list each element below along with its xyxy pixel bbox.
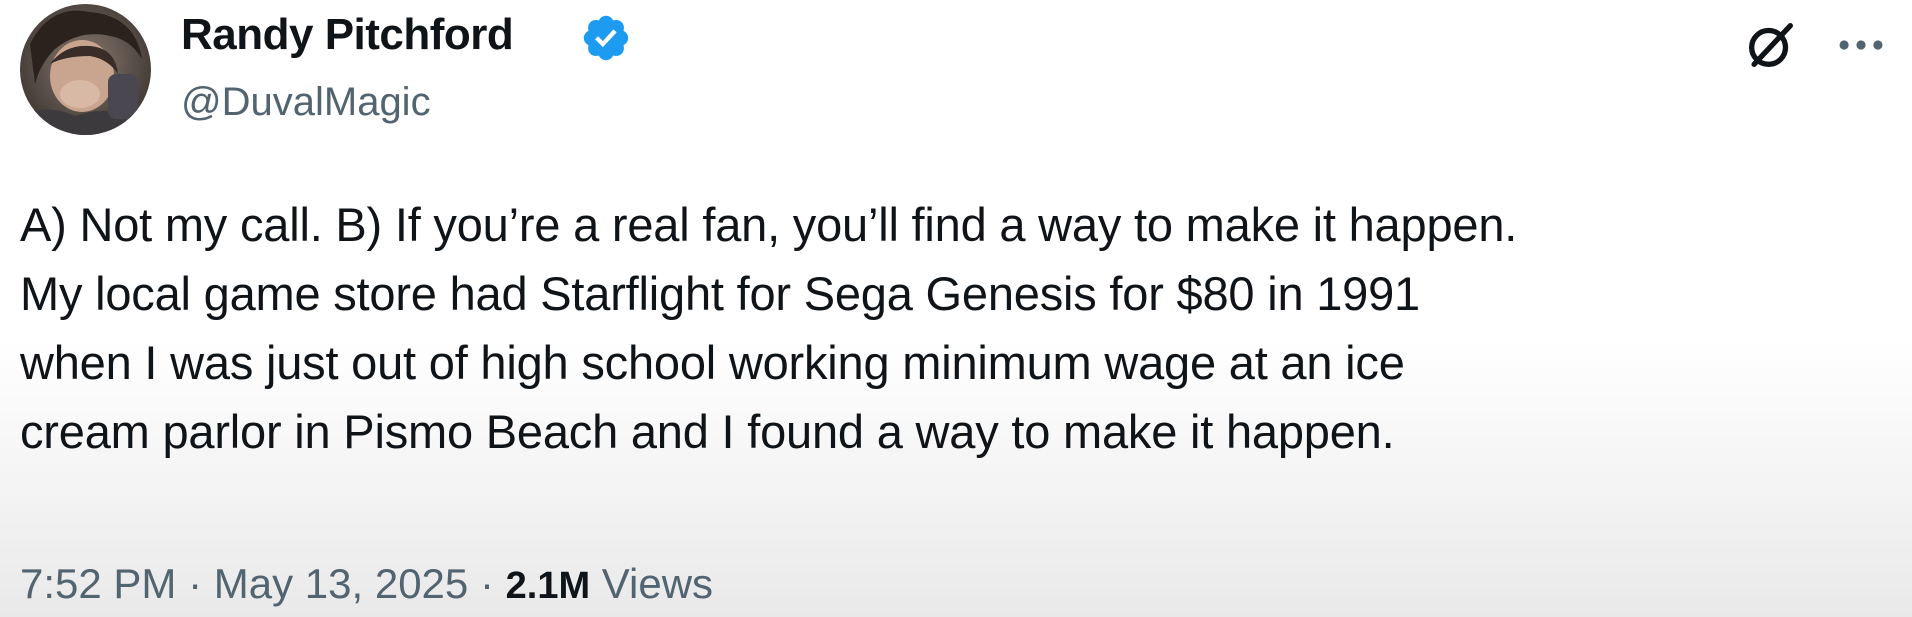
tweet-text: A) Not my call. B) If you’re a real fan,…: [20, 198, 1518, 458]
more-icon[interactable]: [1832, 16, 1890, 74]
meta-separator: ·: [479, 560, 494, 607]
meta-separator: ·: [188, 560, 203, 607]
grok-icon[interactable]: [1742, 16, 1800, 74]
avatar[interactable]: [20, 4, 151, 135]
tweet-date[interactable]: May 13, 2025: [214, 560, 469, 607]
tweet-time[interactable]: 7:52 PM: [20, 560, 176, 607]
verified-badge-icon: [583, 15, 629, 61]
tweet-card: Randy Pitchford @DuvalMagic A) Not my ca…: [0, 0, 1912, 617]
views-count: 2.1M: [505, 565, 591, 607]
views-label: Views: [601, 560, 714, 607]
tweet-metadata: 7:52 PM · May 13, 2025 · 2.1M Views: [20, 560, 713, 608]
profile-photo-icon: [20, 4, 151, 135]
author-display-name[interactable]: Randy Pitchford: [181, 10, 514, 60]
author-handle[interactable]: @DuvalMagic: [181, 80, 431, 125]
